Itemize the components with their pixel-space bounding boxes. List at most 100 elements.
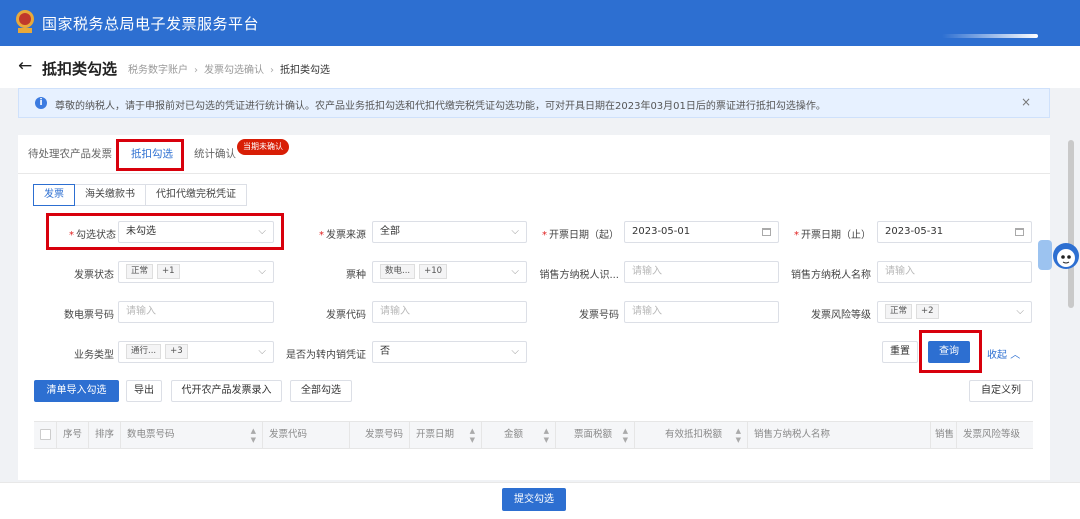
agri-entry-button[interactable]: 代开农产品发票录入 bbox=[171, 380, 282, 402]
issue-date-end-label: * 开票日期（止） bbox=[794, 230, 871, 241]
divider bbox=[18, 173, 1050, 174]
select-all-checkbox[interactable] bbox=[40, 429, 51, 440]
risk-level-label: 发票风险等级 bbox=[811, 310, 871, 321]
tag: 通行... bbox=[126, 344, 162, 359]
active-tab-indicator bbox=[128, 168, 180, 170]
tag-more: +1 bbox=[157, 264, 180, 279]
chevron-down-icon: ⌵ bbox=[258, 226, 266, 237]
subtab-invoice[interactable]: 发票 bbox=[33, 184, 75, 206]
chevron-down-icon: ⌵ bbox=[258, 346, 266, 357]
notice-banner: i 尊敬的纳税人，请于申报前对已勾选的凭证进行统计确认。农产品业务抵扣勾选和代扣… bbox=[18, 88, 1050, 118]
invoice-no-label: 发票号码 bbox=[579, 310, 619, 321]
tax-emblem-icon bbox=[16, 10, 34, 33]
calendar-icon bbox=[1015, 228, 1024, 236]
column-header[interactable]: 票面税额 ▲ ▼ bbox=[555, 422, 634, 448]
custom-columns-button[interactable]: 自定义列 bbox=[969, 380, 1033, 402]
chevron-down-icon: ⌵ bbox=[258, 266, 266, 277]
column-header: 销售方纳税人名称 bbox=[747, 422, 930, 448]
issue-date-end-picker[interactable]: 2023-05-31 bbox=[877, 221, 1032, 243]
subtab-customs[interactable]: 海关缴款书 bbox=[74, 184, 146, 206]
import-select-button[interactable]: 清单导入勾选 bbox=[34, 380, 119, 402]
page-title: 抵扣类勾选 bbox=[42, 60, 118, 78]
status-badge: 当期未确认 bbox=[237, 139, 289, 155]
business-type-label: 业务类型 bbox=[74, 350, 114, 361]
seller-name-label: 销售方纳税人名称 bbox=[791, 270, 871, 281]
tag: 正常 bbox=[885, 304, 913, 319]
tag-more: +3 bbox=[165, 344, 188, 359]
e-invoice-no-label: 数电票号码 bbox=[64, 310, 114, 321]
breadcrumb: 税务数字账户 › 发票勾选确认 › 抵扣类勾选 bbox=[128, 65, 330, 76]
invoice-no-input[interactable]: 请输入 bbox=[624, 301, 779, 323]
tag: 数电... bbox=[380, 264, 416, 279]
seller-tax-id-label: 销售方纳税人识... bbox=[539, 270, 619, 281]
issue-date-start-picker[interactable]: 2023-05-01 bbox=[624, 221, 779, 243]
invoice-status-select[interactable]: 正常 +1 ⌵ bbox=[118, 261, 274, 283]
select-status-label: * 勾选状态 bbox=[69, 230, 116, 241]
is-transfer-select[interactable]: 否 ⌵ bbox=[372, 341, 527, 363]
sort-icon: ▲ ▼ bbox=[735, 427, 741, 444]
invoice-code-label: 发票代码 bbox=[326, 310, 366, 321]
page-header: ← 抵扣类勾选 税务数字账户 › 发票勾选确认 › 抵扣类勾选 bbox=[0, 46, 1080, 88]
risk-level-select[interactable]: 正常 +2 ⌵ bbox=[877, 301, 1032, 323]
sort-icon: ▲ ▼ bbox=[469, 427, 475, 444]
column-header[interactable]: 有效抵扣税额 ▲ ▼ bbox=[634, 422, 747, 448]
column-header[interactable]: 开票日期 ▲ ▼ bbox=[409, 422, 481, 448]
tab-pending-agri[interactable]: 待处理农产品发票 bbox=[28, 146, 112, 161]
chevron-up-icon: ︿ bbox=[1010, 350, 1021, 361]
seller-tax-id-input[interactable]: 请输入 bbox=[624, 261, 779, 283]
user-area-bar[interactable] bbox=[942, 34, 1038, 38]
reset-button[interactable]: 重置 bbox=[882, 341, 918, 363]
breadcrumb-item[interactable]: 税务数字账户 bbox=[128, 65, 188, 76]
column-header: 发票风险等级 bbox=[956, 422, 1033, 448]
main-card: 待处理农产品发票 抵扣勾选 统计确认 当期未确认 发票 海关缴款书 代扣代缴完税… bbox=[18, 135, 1050, 480]
issue-date-start-label: * 开票日期（起） bbox=[542, 230, 619, 241]
calendar-icon bbox=[762, 228, 771, 236]
chevron-down-icon: ⌵ bbox=[511, 346, 519, 357]
header-checkbox-cell bbox=[34, 422, 56, 448]
top-bar: 国家税务总局电子发票服务平台 bbox=[0, 0, 1080, 46]
seller-name-input[interactable]: 请输入 bbox=[877, 261, 1032, 283]
select-status-select[interactable]: 未勾选 ⌵ bbox=[118, 221, 274, 243]
subtab-withholding[interactable]: 代扣代缴完税凭证 bbox=[145, 184, 247, 206]
export-button[interactable]: 导出 bbox=[126, 380, 162, 402]
scrollbar-thumb[interactable] bbox=[1068, 140, 1074, 308]
invoice-code-input[interactable]: 请输入 bbox=[372, 301, 527, 323]
close-icon[interactable]: × bbox=[1021, 95, 1031, 109]
ticket-type-select[interactable]: 数电... +10 ⌵ bbox=[372, 261, 527, 283]
tab-deduction-select[interactable]: 抵扣勾选 bbox=[131, 146, 173, 161]
column-header: 序号 bbox=[56, 422, 88, 448]
column-header: 排序 bbox=[88, 422, 120, 448]
is-transfer-label: 是否为转内销凭证 bbox=[286, 350, 366, 361]
info-icon: i bbox=[35, 97, 47, 109]
back-arrow-icon[interactable]: ← bbox=[18, 56, 32, 76]
tab-stat-confirm[interactable]: 统计确认 bbox=[194, 146, 236, 161]
assistant-robot-icon[interactable] bbox=[1036, 232, 1080, 280]
sort-icon: ▲ ▼ bbox=[622, 427, 628, 444]
app-title: 国家税务总局电子发票服务平台 bbox=[42, 15, 260, 33]
invoice-status-label: 发票状态 bbox=[74, 270, 114, 281]
breadcrumb-item[interactable]: 发票勾选确认 bbox=[204, 65, 264, 76]
chevron-down-icon: ⌵ bbox=[511, 266, 519, 277]
column-header[interactable]: 金额 ▲ ▼ bbox=[481, 422, 555, 448]
column-header[interactable]: 数电票号码 ▲ ▼ bbox=[120, 422, 262, 448]
sort-icon: ▲ ▼ bbox=[543, 427, 549, 444]
invoice-source-select[interactable]: 全部 ⌵ bbox=[372, 221, 527, 243]
query-button[interactable]: 查询 bbox=[928, 341, 970, 363]
column-header: 发票代码 bbox=[262, 422, 349, 448]
invoice-source-label: * 发票来源 bbox=[319, 230, 366, 241]
breadcrumb-current: 抵扣类勾选 bbox=[280, 65, 330, 76]
sort-icon: ▲ ▼ bbox=[250, 427, 256, 444]
ticket-type-label: 票种 bbox=[346, 270, 366, 281]
tag-more: +2 bbox=[916, 304, 939, 319]
tag: 正常 bbox=[126, 264, 154, 279]
collapse-link[interactable]: 收起 ︿ bbox=[987, 346, 1020, 361]
tag-more: +10 bbox=[419, 264, 448, 279]
table-header: 序号 排序 数电票号码 ▲ ▼ 发票代码 发票号码 开票日期 ▲ ▼ 金额 ▲ ▼ 票面税额… bbox=[34, 421, 1033, 449]
submit-selection-button[interactable]: 提交勾选 bbox=[502, 488, 566, 511]
select-all-button[interactable]: 全部勾选 bbox=[290, 380, 352, 402]
column-header: 销售 bbox=[930, 422, 956, 448]
subtab-group: 发票 海关缴款书 代扣代缴完税凭证 bbox=[33, 184, 247, 206]
e-invoice-no-input[interactable]: 请输入 bbox=[118, 301, 274, 323]
business-type-select[interactable]: 通行... +3 ⌵ bbox=[118, 341, 274, 363]
notice-text: 尊敬的纳税人，请于申报前对已勾选的凭证进行统计确认。农产品业务抵扣勾选和代扣代缴… bbox=[55, 101, 826, 112]
